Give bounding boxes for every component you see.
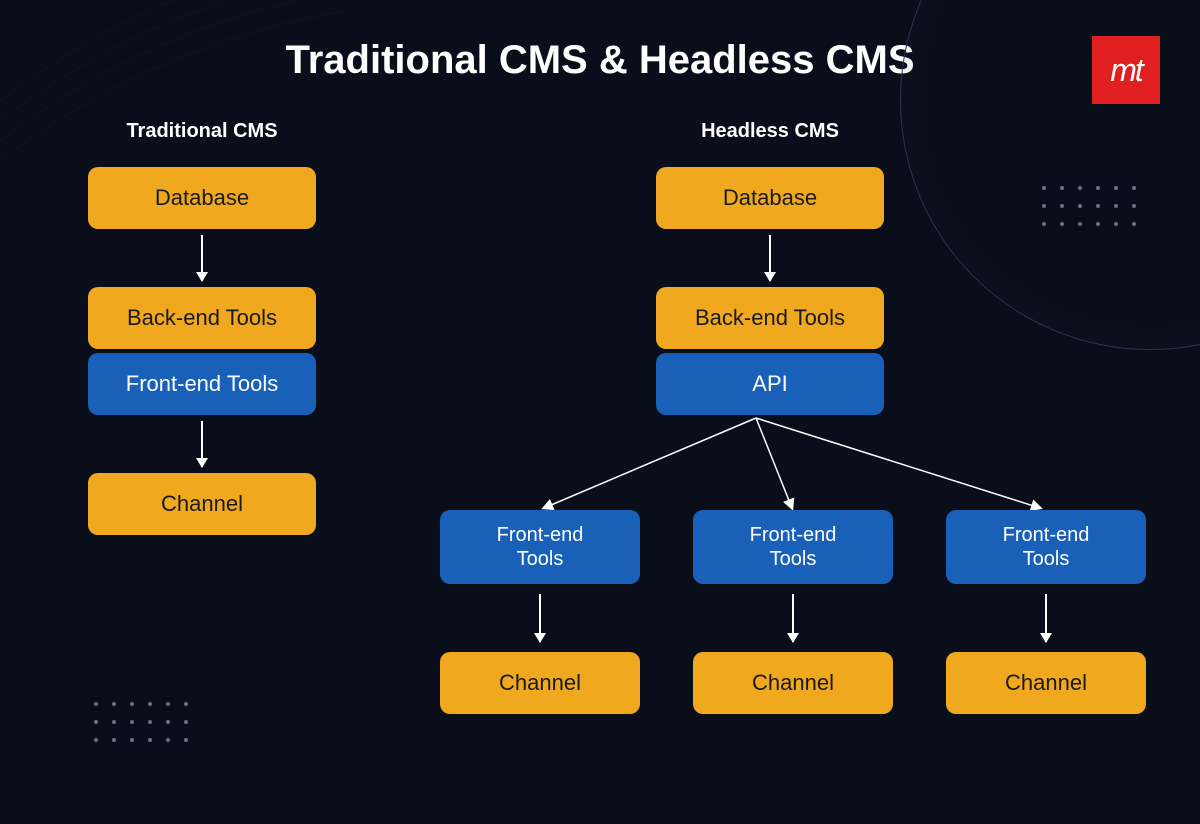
- headless-cms-column: Headless CMS Database Back-end Tools API: [640, 120, 900, 415]
- arrow-down-icon: [201, 421, 203, 467]
- arrow-down-icon: [769, 235, 771, 281]
- branch-frontend-box: Front-end Tools: [693, 510, 893, 584]
- logo-text: mt: [1110, 52, 1142, 89]
- headless-title: Headless CMS: [640, 120, 900, 143]
- branch-frontend-label: Front-end Tools: [1003, 523, 1090, 571]
- branch-2: Front-end Tools Channel: [693, 510, 893, 714]
- traditional-database-box: Database: [88, 167, 316, 229]
- branch-3: Front-end Tools Channel: [946, 510, 1146, 714]
- traditional-cms-column: Traditional CMS Database Back-end Tools …: [72, 120, 332, 535]
- fan-arrows: [440, 416, 1140, 516]
- branch-1: Front-end Tools Channel: [440, 510, 640, 714]
- branch-frontend-label: Front-end Tools: [750, 523, 837, 571]
- branch-frontend-box: Front-end Tools: [946, 510, 1146, 584]
- arrow-down-icon: [201, 235, 203, 281]
- arrow-down-icon: [539, 594, 541, 642]
- traditional-frontend-box: Front-end Tools: [88, 353, 316, 415]
- branch-channel-box: Channel: [946, 652, 1146, 714]
- headless-api-box: API: [656, 353, 884, 415]
- traditional-backend-box: Back-end Tools: [88, 287, 316, 349]
- branch-frontend-box: Front-end Tools: [440, 510, 640, 584]
- headless-backend-box: Back-end Tools: [656, 287, 884, 349]
- arrow-down-icon: [1045, 594, 1047, 642]
- branch-channel-box: Channel: [693, 652, 893, 714]
- arrow-down-icon: [792, 594, 794, 642]
- headless-database-box: Database: [656, 167, 884, 229]
- traditional-channel-box: Channel: [88, 473, 316, 535]
- brand-logo: mt: [1092, 36, 1160, 104]
- traditional-title: Traditional CMS: [72, 120, 332, 143]
- headless-branches: Front-end Tools Channel Front-end Tools …: [440, 510, 1146, 714]
- dots-decoration-top: [1042, 186, 1136, 226]
- branch-channel-box: Channel: [440, 652, 640, 714]
- dots-decoration-bottom: [94, 702, 188, 742]
- branch-frontend-label: Front-end Tools: [497, 523, 584, 571]
